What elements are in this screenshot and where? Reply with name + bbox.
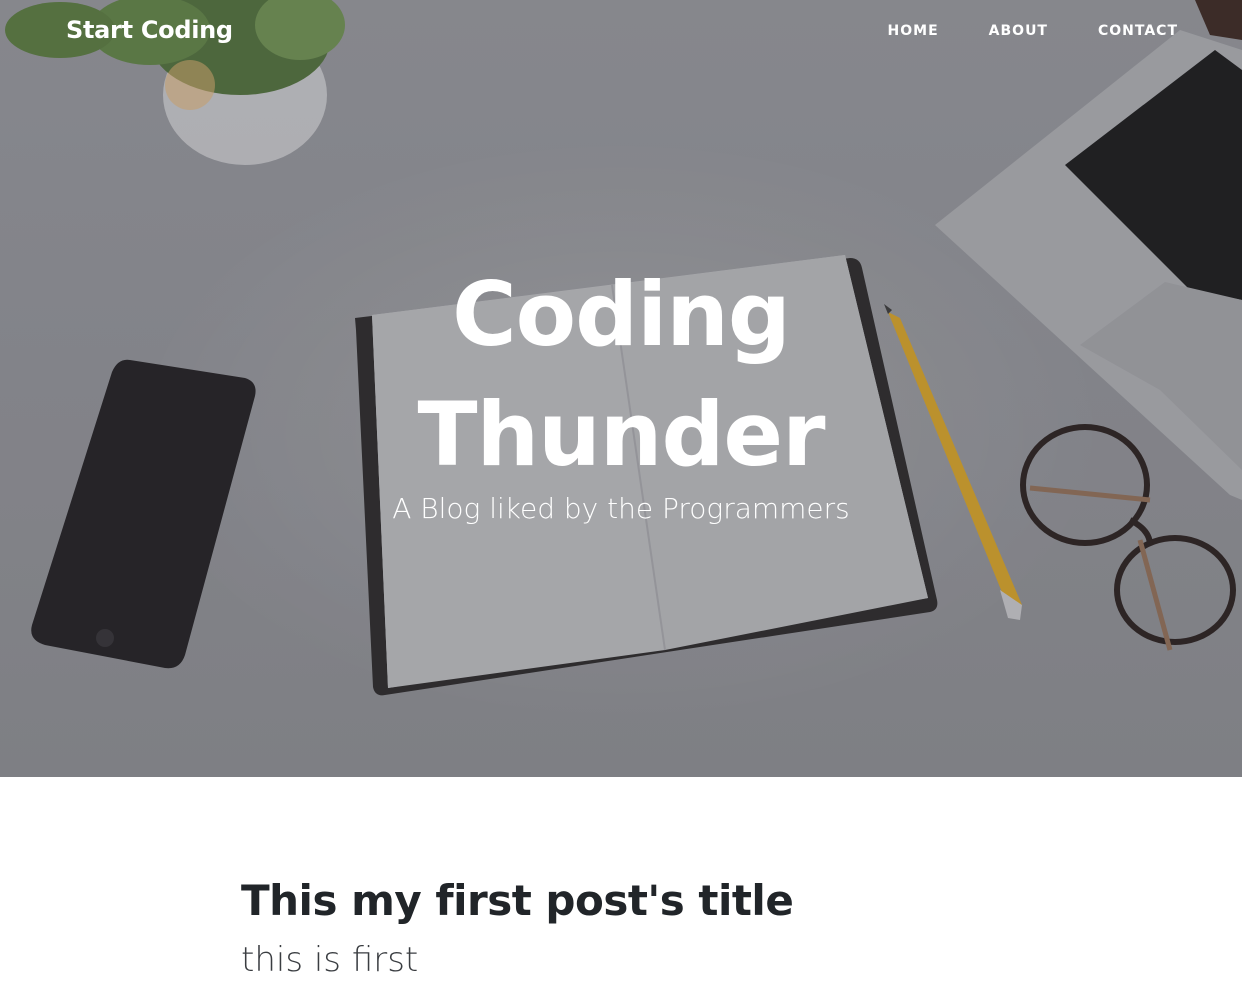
- post-title[interactable]: This my first post's title: [241, 876, 794, 925]
- site-heading-line-2: Thunder: [417, 383, 825, 486]
- site-subheading: A Blog liked by the Programmers: [392, 492, 850, 525]
- nav-links: HOME ABOUT CONTACT: [838, 23, 1178, 39]
- site-heading: Coding Thunder: [0, 255, 1242, 495]
- hero-header: Start Coding HOME ABOUT CONTACT Coding T…: [0, 0, 1242, 777]
- post-subtitle[interactable]: this is first: [241, 940, 418, 980]
- brand-link[interactable]: Start Coding: [66, 16, 233, 44]
- nav-link-about[interactable]: ABOUT: [989, 23, 1048, 39]
- nav-link-home[interactable]: HOME: [888, 23, 939, 39]
- main-navbar: Start Coding HOME ABOUT CONTACT: [0, 0, 1242, 66]
- site-heading-line-1: Coding: [452, 263, 791, 366]
- nav-link-contact[interactable]: CONTACT: [1098, 23, 1178, 39]
